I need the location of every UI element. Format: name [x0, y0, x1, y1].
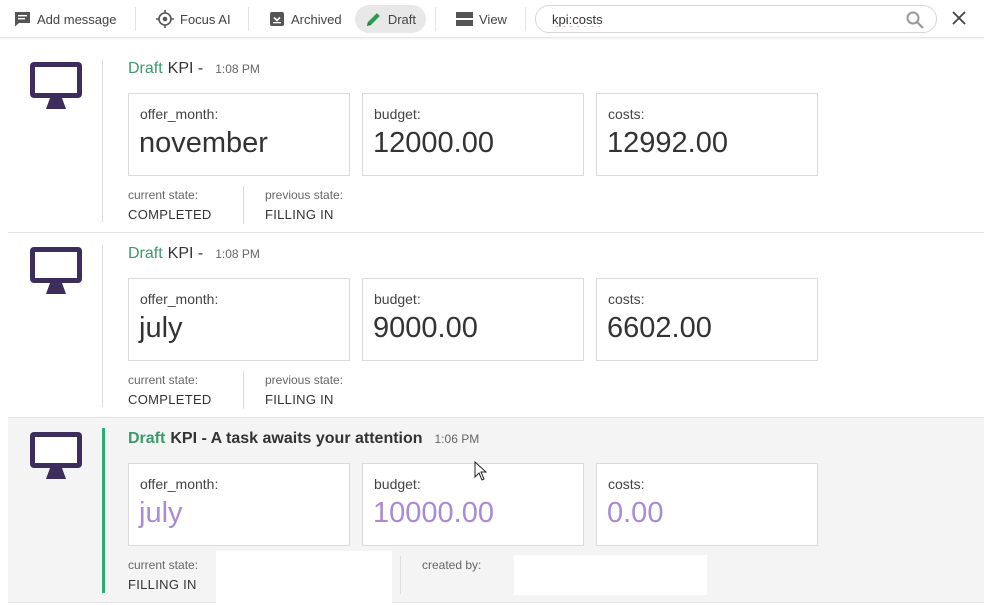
- toolbar: Add message Focus AI Archived Draft View: [0, 0, 984, 38]
- message-time: 1:08 PM: [215, 247, 260, 261]
- archive-icon: [270, 12, 284, 26]
- previous-state-value: FILLING IN: [265, 392, 334, 407]
- field-card-offer-month: offer_month: july: [128, 278, 350, 361]
- active-indicator-bar: [102, 428, 105, 593]
- focus-icon: [156, 10, 174, 28]
- field-card-costs: costs: 0.00: [596, 463, 818, 546]
- field-label: costs:: [608, 476, 645, 492]
- archived-label: Archived: [291, 11, 342, 27]
- view-button[interactable]: View: [446, 5, 517, 33]
- message-title: Draft KPI - 1:08 PM: [128, 245, 260, 263]
- field-value: july: [139, 312, 183, 344]
- toolbar-divider: [248, 7, 249, 31]
- redacted-area: [216, 551, 392, 603]
- message-title: Draft KPI - 1:08 PM: [128, 60, 260, 78]
- message-item[interactable]: Draft KPI - 1:08 PM offer_month: novembe…: [8, 48, 984, 233]
- field-value: 12992.00: [607, 127, 728, 159]
- field-label: budget:: [374, 291, 421, 307]
- field-value: 6602.00: [607, 312, 712, 344]
- toolbar-divider: [135, 7, 136, 31]
- message-title: Draft KPI - A task awaits your attention…: [128, 430, 479, 448]
- field-value: 12000.00: [373, 127, 494, 159]
- current-state-value: COMPLETED: [128, 207, 212, 222]
- field-value: 0.00: [607, 497, 664, 529]
- message-subject: KPI -: [167, 245, 204, 262]
- monitor-icon: [30, 62, 82, 109]
- field-label: costs:: [608, 291, 645, 307]
- previous-state-label: previous state:: [265, 373, 344, 387]
- field-value: july: [139, 497, 183, 529]
- field-label: costs:: [608, 106, 645, 122]
- current-state: current state: FILLING IN: [128, 558, 198, 592]
- search-box: [535, 5, 937, 33]
- field-card-budget: budget: 9000.00: [362, 278, 584, 361]
- monitor-icon: [30, 247, 82, 294]
- message-subject: KPI -: [167, 60, 204, 77]
- current-state: current state: COMPLETED: [128, 188, 212, 222]
- add-message-label: Add message: [37, 11, 117, 27]
- message-item-active[interactable]: Draft KPI - A task awaits your attention…: [8, 418, 984, 603]
- archived-button[interactable]: Archived: [259, 5, 352, 33]
- field-value: 9000.00: [373, 312, 478, 344]
- message-feed: Draft KPI - 1:08 PM offer_month: novembe…: [8, 48, 984, 603]
- state-divider: [400, 556, 401, 594]
- field-card-offer-month: offer_month: november: [128, 93, 350, 176]
- field-label: budget:: [374, 476, 421, 492]
- message-divider: [102, 60, 103, 222]
- field-value: november: [139, 127, 268, 159]
- message-item[interactable]: Draft KPI - 1:08 PM offer_month: july bu…: [8, 233, 984, 418]
- message-divider: [102, 245, 103, 407]
- mouse-cursor-icon: [474, 461, 487, 481]
- state-divider: [243, 371, 244, 409]
- previous-state: previous state: FILLING IN: [265, 373, 343, 407]
- monitor-icon: [30, 432, 82, 479]
- pencil-icon: [366, 12, 380, 26]
- state-divider: [243, 186, 244, 224]
- previous-state: previous state: FILLING IN: [265, 188, 343, 222]
- message-time: 1:08 PM: [215, 62, 260, 76]
- field-label: offer_month:: [140, 106, 219, 122]
- previous-state-label: previous state:: [265, 188, 344, 202]
- focus-ai-button[interactable]: Focus AI: [146, 5, 241, 33]
- current-state: current state: COMPLETED: [128, 373, 212, 407]
- focus-ai-label: Focus AI: [180, 11, 231, 27]
- view-icon: [456, 12, 473, 26]
- search-input[interactable]: [552, 11, 892, 27]
- status-draft: Draft: [128, 245, 163, 262]
- draft-filter-button[interactable]: Draft: [355, 5, 426, 33]
- field-card-costs: costs: 6602.00: [596, 278, 818, 361]
- field-label: offer_month:: [140, 291, 219, 307]
- toolbar-divider: [525, 7, 526, 31]
- current-state-label: current state:: [128, 373, 199, 387]
- field-card-costs: costs: 12992.00: [596, 93, 818, 176]
- current-state-label: current state:: [128, 558, 199, 572]
- add-message-button[interactable]: Add message: [4, 5, 127, 33]
- field-label: budget:: [374, 106, 421, 122]
- field-card-offer-month: offer_month: july: [128, 463, 350, 546]
- redacted-area: [514, 555, 707, 595]
- previous-state-value: FILLING IN: [265, 207, 334, 222]
- view-label: View: [479, 11, 507, 27]
- current-state-label: current state:: [128, 188, 199, 202]
- current-state-value: FILLING IN: [128, 577, 197, 592]
- created-by: created by:: [422, 558, 481, 572]
- status-draft: Draft: [128, 430, 166, 447]
- created-by-label: created by:: [422, 558, 482, 572]
- current-state-value: COMPLETED: [128, 392, 212, 407]
- message-subject: KPI - A task awaits your attention: [170, 430, 423, 447]
- close-icon[interactable]: [952, 11, 966, 25]
- message-time: 1:06 PM: [434, 432, 480, 446]
- status-draft: Draft: [128, 60, 163, 77]
- field-card-budget: budget: 10000.00: [362, 463, 584, 546]
- search-icon[interactable]: [906, 11, 924, 29]
- field-value: 10000.00: [373, 497, 494, 529]
- draft-filter-label: Draft: [387, 11, 416, 27]
- field-card-budget: budget: 12000.00: [362, 93, 584, 176]
- message-icon: [15, 12, 30, 27]
- field-label: offer_month:: [140, 476, 219, 492]
- toolbar-divider: [435, 7, 436, 31]
